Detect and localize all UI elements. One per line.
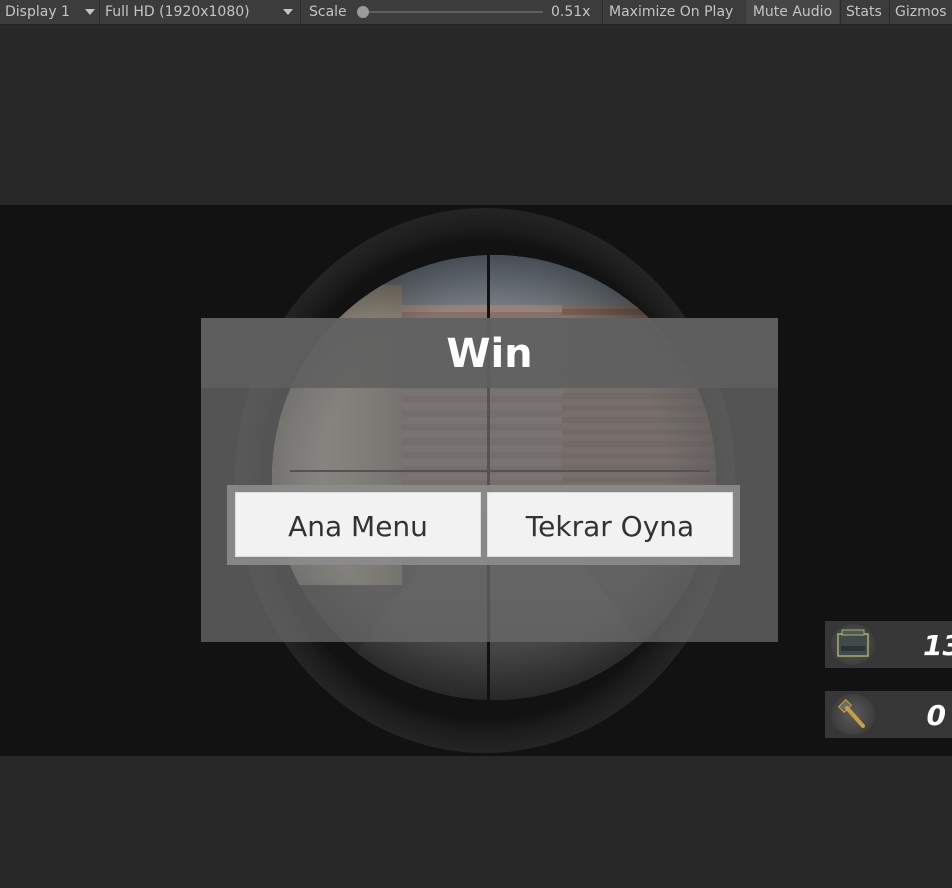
chevron-down-icon: [283, 9, 293, 15]
mute-audio-label: Mute Audio: [752, 4, 833, 20]
ammo-counter: 13: [825, 621, 952, 668]
mute-audio-toggle[interactable]: Mute Audio: [746, 0, 839, 24]
chevron-down-icon: [85, 9, 95, 15]
game-view-toolbar: Display 1 Full HD (1920x1080) Scale 0.51…: [0, 0, 952, 25]
melee-counter: 0: [825, 691, 952, 738]
scale-slider-thumb[interactable]: [357, 6, 369, 18]
ammo-count-text: 13: [923, 629, 952, 662]
resolution-label: Full HD (1920x1080): [105, 4, 250, 20]
scale-value: 0.51x: [551, 4, 591, 20]
display-label: Display 1: [5, 4, 70, 20]
divider: [889, 0, 890, 24]
resolution-dropdown[interactable]: Full HD (1920x1080): [105, 0, 297, 24]
divider: [840, 0, 841, 24]
ammo-count: 13: [825, 621, 952, 668]
hammer-icon: [831, 694, 875, 735]
melee-count: 0: [926, 699, 946, 732]
scale-slider-track[interactable]: [362, 11, 543, 13]
game-view: Win Ana Menu Tekrar Oyna 13 0: [0, 205, 952, 756]
scale-label: Scale: [309, 4, 347, 20]
button-group: Ana Menu Tekrar Oyna: [227, 485, 740, 565]
win-title: Win: [446, 331, 533, 377]
divider: [300, 0, 301, 24]
maximize-on-play-toggle[interactable]: Maximize On Play: [609, 0, 733, 24]
stats-toggle[interactable]: Stats: [846, 0, 882, 24]
divider: [602, 0, 603, 24]
display-dropdown[interactable]: Display 1: [5, 0, 97, 24]
divider: [99, 0, 100, 24]
play-again-button[interactable]: Tekrar Oyna: [487, 492, 733, 557]
win-panel: Win Ana Menu Tekrar Oyna: [201, 318, 778, 642]
gizmos-toggle[interactable]: Gizmos: [895, 0, 947, 24]
main-menu-button[interactable]: Ana Menu: [235, 492, 481, 557]
